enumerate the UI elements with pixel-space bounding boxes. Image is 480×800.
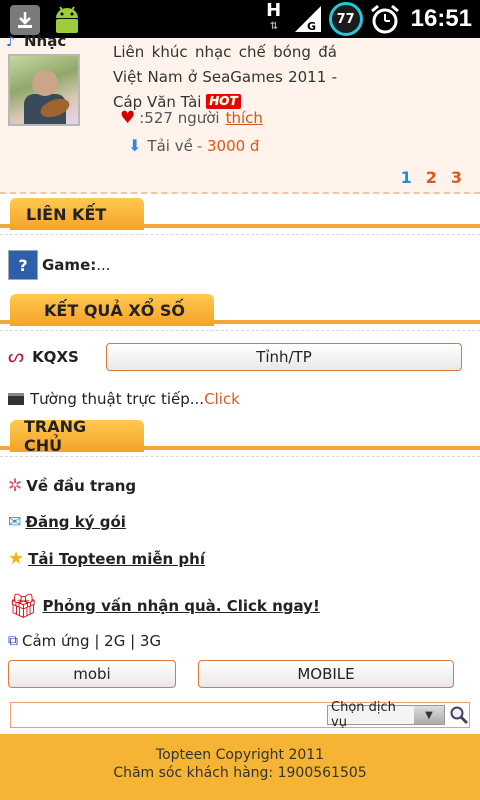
category-label: ♪ Nhạc <box>6 32 67 50</box>
register-package-row[interactable]: ✉ Đăng ký gói <box>8 512 126 531</box>
question-mark-icon: ? <box>8 250 38 280</box>
heart-icon: ♥ <box>120 108 136 128</box>
status-bar: H ⇅ G 77 16:51 <box>0 0 480 38</box>
pagination: 1 2 3 <box>401 168 462 187</box>
device-type-row: ⧉ Cảm ứng | 2G | 3G <box>8 632 162 650</box>
page-2-link[interactable]: 2 <box>426 168 437 187</box>
download-price: - 3000 đ <box>196 136 260 155</box>
screens-icon: ⧉ <box>8 633 18 649</box>
download-notification-icon[interactable] <box>10 5 40 35</box>
pin-icon: ✲ <box>8 476 23 496</box>
signal-strength-icon: G <box>294 6 321 33</box>
gift-icon: 🎁︎ <box>8 592 39 620</box>
home-section-header: TRANG CHỦ <box>0 417 480 460</box>
svg-text:G: G <box>307 20 316 33</box>
star-icon: ★ <box>8 548 25 569</box>
hot-badge: HOT <box>206 94 241 109</box>
lottery-section-header: KẾT QUẢ XỔ SỐ <box>0 294 480 334</box>
network-type-indicator: H ⇅ <box>266 0 282 33</box>
download-row[interactable]: ⬇ Tải về - 3000 đ <box>128 136 259 155</box>
copyright-text: Topteen Copyright 2011 <box>155 747 325 763</box>
mobile-button[interactable]: MOBILE <box>198 660 454 688</box>
like-count: ♥ :527 người thích <box>120 108 263 128</box>
game-link-row[interactable]: ? Game:... <box>8 250 111 280</box>
clock-time: 16:51 <box>410 5 472 32</box>
page-footer: Topteen Copyright 2011 Chăm sóc khách hà… <box>0 734 480 800</box>
province-select-button[interactable]: Tỉnh/TP <box>106 343 462 371</box>
chevron-down-icon: ▼ <box>414 706 444 724</box>
clapperboard-icon <box>8 393 24 405</box>
alarm-clock-icon <box>370 4 399 34</box>
links-section-header: LIÊN KẾT <box>0 198 480 238</box>
service-select[interactable]: Chọn dịch vụ ▼ <box>327 700 445 730</box>
search-icon[interactable] <box>449 705 469 725</box>
envelope-icon: ✉ <box>8 512 22 531</box>
links-section-title: LIÊN KẾT <box>10 198 144 230</box>
lottery-section-title: KẾT QUẢ XỔ SỐ <box>10 294 214 326</box>
battery-icon: 77 <box>328 2 363 36</box>
download-arrow-icon: ⬇ <box>128 136 142 155</box>
music-note-icon: ♪ <box>6 34 15 50</box>
back-to-top-row[interactable]: ✲ Về đầu trang <box>8 476 136 496</box>
home-section-title: TRANG CHỦ <box>10 417 144 455</box>
live-report-row: Tường thuật trực tiếp... Click <box>8 390 240 408</box>
page-3-link[interactable]: 3 <box>451 168 462 187</box>
lottery-logo-icon: ᔕ <box>8 346 25 367</box>
song-title-link[interactable]: Liên khúc nhạc chế bóng đá Việt Nam ở Se… <box>113 40 337 115</box>
support-hotline: Chăm sóc khách hàng: 1900561505 <box>113 765 367 781</box>
page-1-link[interactable]: 1 <box>401 168 412 187</box>
interview-gift-row[interactable]: 🎁︎ Phỏng vấn nhận quà. Click ngay! <box>8 592 320 620</box>
download-topteen-row[interactable]: ★ Tải Topteen miễn phí <box>8 548 205 569</box>
mobi-button[interactable]: mobi <box>8 660 176 688</box>
live-click-link[interactable]: Click <box>204 390 240 408</box>
kqxs-row: ᔕ KQXS <box>8 346 79 367</box>
like-link[interactable]: thích <box>226 109 263 127</box>
song-thumbnail[interactable] <box>8 54 80 126</box>
service-search-bar: Chọn dịch vụ ▼ <box>10 700 470 730</box>
